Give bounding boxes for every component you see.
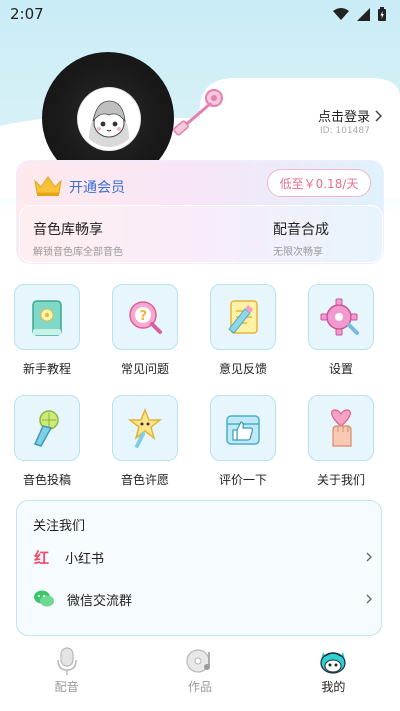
tonearm-icon — [173, 89, 223, 136]
heart-hand-icon — [331, 409, 352, 447]
avatar-girl-icon — [81, 91, 137, 147]
follow-title: 关注我们 — [33, 519, 86, 534]
status-icons — [333, 7, 386, 21]
follow-item-label: 微信交流群 — [67, 593, 133, 609]
status-bar: 2:07 — [0, 0, 400, 28]
vip-card[interactable]: 开通会员 低至￥0.18/天 音色库畅享 解锁音色库全部音色 配音合成 无限次畅… — [16, 160, 384, 264]
tile — [112, 395, 178, 461]
grid-item-settings[interactable]: 设置 — [308, 284, 400, 377]
tile — [308, 284, 374, 350]
thumbs-up-icon — [226, 415, 260, 445]
tab-label: 我的 — [321, 680, 346, 694]
faq-question-icon: ? — [129, 301, 162, 334]
grid-item-voice-wish[interactable]: 音色许愿 — [112, 395, 210, 488]
grid-item-faq[interactable]: ? 常见问题 — [112, 284, 210, 377]
vip-feature-title: 音色库畅享 — [33, 222, 103, 238]
follow-item-wechat[interactable]: 微信交流群 — [33, 587, 373, 611]
tab-label: 配音 — [54, 680, 79, 694]
signal-icon — [357, 7, 370, 21]
avatar[interactable] — [78, 88, 140, 150]
feedback-notepad-icon — [228, 300, 258, 334]
status-time: 2:07 — [10, 5, 44, 23]
login-label: 点击登录 — [318, 110, 371, 125]
tile — [14, 284, 80, 350]
grid-item-tutorial[interactable]: 新手教程 — [14, 284, 112, 377]
chevron-right-icon — [366, 552, 372, 562]
tutorial-book-icon — [32, 300, 62, 336]
crown-icon — [34, 176, 62, 196]
vip-feature-subtitle: 解锁音色库全部音色 — [33, 247, 123, 258]
vip-feature-dubbing: 配音合成 无限次畅享 — [273, 219, 329, 258]
tile — [14, 395, 80, 461]
settings-gear-icon — [320, 298, 359, 336]
tile-label: 新手教程 — [22, 362, 71, 376]
battery-icon — [378, 7, 386, 21]
tab-mine[interactable]: 我的 — [267, 640, 400, 711]
tile-label: 评价一下 — [218, 473, 267, 487]
svg-text:红: 红 — [34, 549, 49, 567]
wechat-icon — [34, 590, 54, 607]
tile — [308, 395, 374, 461]
tile — [210, 284, 276, 350]
chevron-right-icon — [375, 109, 383, 122]
tile-label: 设置 — [328, 362, 353, 376]
tab-label: 作品 — [187, 680, 212, 694]
tile-label: 关于我们 — [316, 473, 365, 487]
tile-label: 意见反馈 — [218, 362, 267, 376]
grid-item-rate[interactable]: 评价一下 — [210, 395, 308, 488]
user-id: ID: 101487 — [320, 126, 370, 136]
grid-item-voice-submit[interactable]: 音色投稿 — [14, 395, 112, 488]
mine-character-icon — [320, 652, 346, 674]
follow-item-label: 小红书 — [65, 551, 105, 567]
follow-item-xiaohongshu[interactable]: 红 小红书 — [33, 545, 373, 569]
vip-feature-subtitle: 无限次畅享 — [273, 247, 323, 258]
vip-price-button[interactable]: 低至￥0.18/天 — [267, 169, 371, 197]
vip-feature-title: 配音合成 — [273, 222, 329, 238]
tile — [210, 395, 276, 461]
login-link[interactable]: 点击登录 — [318, 106, 383, 125]
works-disc-icon — [186, 649, 210, 673]
follow-us-card: 关注我们 红 小红书 微信交流群 — [16, 500, 382, 636]
microphone-tab-icon — [56, 647, 77, 675]
tile-label: 音色许愿 — [120, 473, 169, 487]
vip-title: 开通会员 — [69, 180, 125, 196]
function-grid: 新手教程 ? 常见问题 意见反馈 设置 音色投稿 音色许愿 评价一下 关于我们 — [14, 284, 386, 488]
wish-star-wand-icon — [127, 407, 163, 448]
tab-works[interactable]: 作品 — [133, 640, 266, 711]
svg-text:?: ? — [140, 309, 148, 324]
tile-label: 常见问题 — [120, 362, 169, 376]
chevron-right-icon — [366, 594, 372, 604]
tile: ? — [112, 284, 178, 350]
xiaohongshu-icon: 红 — [34, 549, 49, 567]
tile-label: 音色投稿 — [22, 473, 71, 487]
grid-item-feedback[interactable]: 意见反馈 — [210, 284, 308, 377]
microphone-icon — [33, 410, 59, 447]
tab-dubbing[interactable]: 配音 — [0, 640, 133, 711]
vip-feature-voice-library: 音色库畅享 解锁音色库全部音色 — [33, 219, 123, 258]
bottom-tab-bar: 配音 作品 我的 — [0, 640, 400, 711]
grid-item-about[interactable]: 关于我们 — [308, 395, 400, 488]
wifi-icon — [333, 8, 349, 20]
